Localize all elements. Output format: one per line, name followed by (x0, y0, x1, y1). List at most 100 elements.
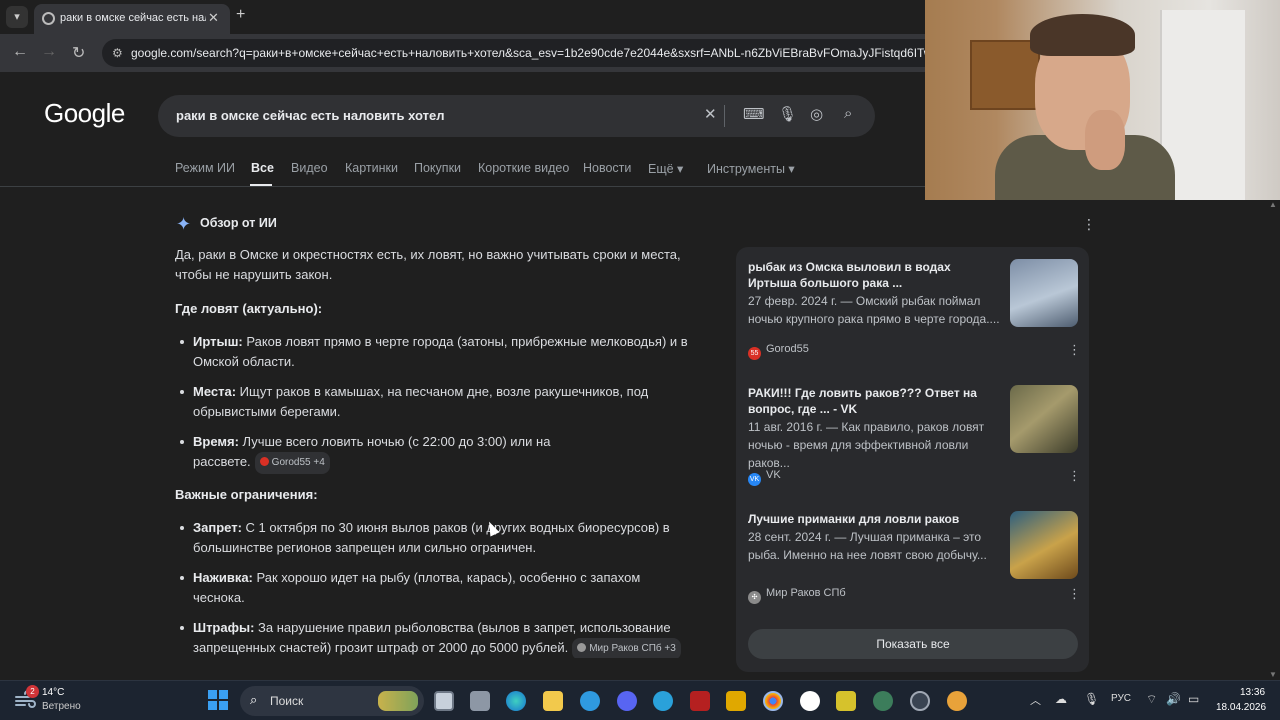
search-box[interactable]: раки в омске сейчас есть наловить хотел … (158, 95, 875, 137)
list-item: Время: Лучше всего ловить ночью (с 22:00… (193, 432, 573, 474)
app-green-icon[interactable] (873, 691, 893, 711)
tab-title: раки в омске сейчас есть налс (60, 12, 206, 24)
webcam-person-hair (1030, 14, 1135, 56)
tab-news[interactable]: Новости (583, 161, 631, 175)
clock-time[interactable]: 13:36 (1240, 687, 1265, 698)
site-name: Gorod55 (766, 343, 809, 355)
source-card-snippet: 27 февр. 2024 г. — Омский рыбак поймал н… (748, 294, 1000, 326)
google-logo[interactable]: Google (44, 98, 125, 129)
bullet (180, 626, 184, 630)
app-sun-icon[interactable] (726, 691, 746, 711)
tab-shopping[interactable]: Покупки (414, 161, 461, 175)
settings-app-icon[interactable] (470, 691, 490, 711)
source-card-site[interactable]: 55 Gorod55 (748, 343, 809, 360)
source-chip[interactable]: Мир Раков СПб +3 (572, 638, 681, 658)
tab-ai-mode[interactable]: Режим ИИ (175, 161, 235, 175)
keyboard-icon[interactable]: ⌨ (743, 105, 765, 123)
bullet (180, 526, 184, 530)
header-divider (0, 186, 925, 187)
more-options-icon[interactable]: ⋮ (1068, 586, 1081, 602)
source-card-thumbnail[interactable] (1010, 259, 1078, 327)
search-placeholder: Поиск (270, 694, 304, 708)
source-card-title[interactable]: рыбак из Омска выловил в водах Иртыша бо… (748, 259, 998, 291)
site-info-icon[interactable]: ⚙ (112, 46, 123, 60)
volume-icon[interactable]: 🔊 (1166, 692, 1181, 706)
more-options-icon[interactable]: ⋮ (1068, 468, 1081, 484)
mir-rakov-icon (577, 643, 587, 652)
show-hidden-icons-chevron[interactable]: ︿ (1030, 692, 1041, 708)
tab-images[interactable]: Картинки (345, 161, 398, 175)
app-c-icon[interactable] (580, 691, 600, 711)
gorod55-icon: 55 (748, 347, 761, 360)
source-card-site[interactable]: ✣ Мир Раков СПб (748, 587, 846, 604)
item-text: Раков ловят прямо в черте города (затоны… (193, 334, 688, 369)
section-heading-restrictions: Важные ограничения: (175, 487, 318, 502)
tab-video[interactable]: Видео (291, 161, 328, 175)
chip-label: Gorod55 +4 (271, 457, 325, 468)
weather-temperature[interactable]: 14°C (42, 687, 64, 698)
ai-sparkle-icon: ✦ (176, 214, 192, 234)
tab-short-videos[interactable]: Короткие видео (478, 161, 569, 175)
battery-icon[interactable]: ▭ (1188, 692, 1199, 706)
source-card-site[interactable]: VK VK (748, 469, 781, 486)
clock-date[interactable]: 18.04.2026 (1216, 702, 1266, 713)
tab-search-button[interactable]: ▾ (6, 6, 28, 28)
input-language[interactable]: РУС (1111, 693, 1131, 704)
microphone-icon[interactable]: 🎙 (1084, 692, 1099, 706)
more-options-icon[interactable]: ⋮ (1068, 342, 1081, 358)
telegram-icon[interactable] (653, 691, 673, 711)
scroll-down-arrow[interactable]: ▼ (1269, 670, 1277, 679)
app-yellow-icon[interactable] (836, 691, 856, 711)
tab-tools[interactable]: Инструменты ▾ (707, 161, 795, 176)
active-tab[interactable]: раки в омске сейчас есть налс ✕ (34, 4, 230, 34)
windows-start-icon[interactable] (208, 690, 228, 710)
search-icon: ⌕ (250, 692, 258, 707)
file-explorer-icon[interactable] (543, 691, 563, 711)
address-bar[interactable]: ⚙ google.com/search?q=раки+в+омске+сейча… (102, 39, 942, 67)
show-all-button[interactable]: Показать все (748, 629, 1078, 659)
new-tab-button[interactable]: + (236, 6, 245, 24)
taskbar-search-box[interactable]: ⌕ Поиск (240, 686, 424, 716)
weather-description[interactable]: Ветрено (42, 701, 81, 712)
source-card-title[interactable]: Лучшие приманки для ловли раков (748, 511, 998, 527)
task-view-icon[interactable] (434, 691, 454, 711)
source-card-thumbnail[interactable] (1010, 385, 1078, 453)
edge-browser-icon[interactable] (506, 691, 526, 711)
search-divider (724, 105, 725, 127)
source-card-title[interactable]: РАКИ!!! Где ловить раков??? Ответ на воп… (748, 385, 998, 417)
lens-icon[interactable]: ◎ (810, 105, 823, 123)
tab-close-icon[interactable]: ✕ (208, 10, 219, 26)
more-options-icon[interactable]: ⋮ (1082, 216, 1096, 233)
tab-more[interactable]: Ещё ▾ (648, 161, 683, 176)
list-item: Места: Ищут раков в камышах, на песчаном… (193, 382, 673, 422)
tab-all[interactable]: Все (251, 161, 274, 175)
section-heading-where: Где ловят (актуально): (175, 301, 323, 316)
yandex-browser-icon[interactable] (800, 691, 820, 711)
chrome-browser-icon[interactable] (763, 691, 783, 711)
microphone-icon[interactable]: 🎙 (778, 105, 797, 123)
search-query[interactable]: раки в омске сейчас есть наловить хотел (176, 108, 444, 123)
back-arrow-icon[interactable]: ← (12, 43, 28, 61)
item-label: Запрет: (193, 520, 242, 535)
site-name: VK (766, 469, 781, 481)
sources-panel: рыбак из Омска выловил в водах Иртыша бо… (736, 247, 1089, 672)
source-chip[interactable]: Gorod55 +4 (254, 452, 330, 474)
search-highlight-art (378, 691, 418, 711)
reload-icon[interactable]: ↻ (72, 43, 85, 63)
scroll-up-arrow[interactable]: ▲ (1269, 200, 1277, 209)
forward-arrow-icon[interactable]: → (41, 43, 57, 61)
bullet (180, 390, 184, 394)
app-orange-icon[interactable] (947, 691, 967, 711)
obs-icon[interactable] (910, 691, 930, 711)
search-icon[interactable]: ⌕ (844, 105, 852, 122)
clear-icon[interactable]: ✕ (704, 105, 717, 123)
url-text[interactable]: google.com/search?q=раки+в+омске+сейчас+… (131, 46, 931, 60)
app-red-icon[interactable] (690, 691, 710, 711)
wifi-icon[interactable]: ⌔ (1146, 692, 1157, 707)
cloud-icon[interactable]: ☁ (1055, 692, 1067, 706)
discord-icon[interactable] (617, 691, 637, 711)
list-item: Штрафы: За нарушение правил рыболовства … (193, 618, 698, 658)
source-card-thumbnail[interactable] (1010, 511, 1078, 579)
item-text: Лучше всего ловить ночью (с 22:00 до 3:0… (193, 434, 551, 469)
list-item: Иртыш: Раков ловят прямо в черте города … (193, 332, 708, 372)
